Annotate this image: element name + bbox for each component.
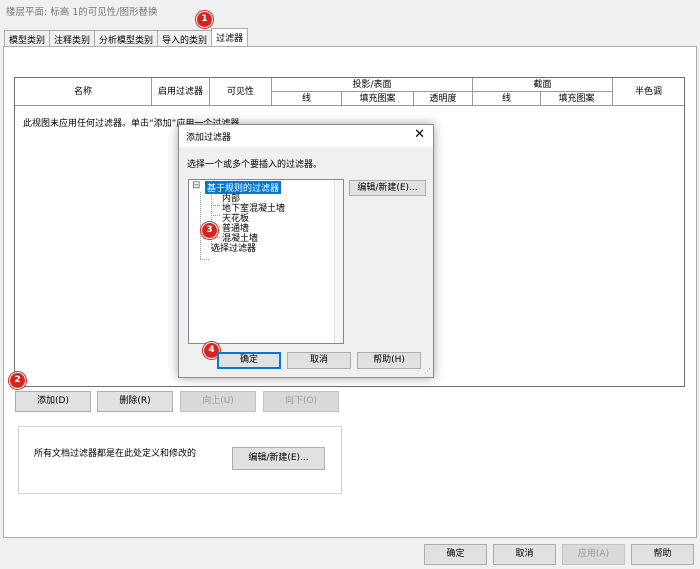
tree-node-selection-filters[interactable]: 选择过滤器: [211, 241, 256, 254]
dialog-ok-button[interactable]: 确定: [217, 352, 281, 369]
dialog-titlebar[interactable]: 添加过滤器 ✕: [179, 125, 433, 147]
tree-connector-vertical: [200, 192, 201, 259]
tab-filters[interactable]: 过滤器: [211, 28, 249, 46]
tree-connector-horizontal: [211, 205, 220, 206]
edit-new-filters-button[interactable]: 编辑/新建(E)...: [232, 447, 325, 470]
tab-model-categories[interactable]: 模型类别: [4, 30, 51, 46]
badge-step-1: 1: [196, 11, 213, 28]
col-header-projection-fill[interactable]: 填充图案: [342, 92, 414, 106]
col-header-projection-surface: 投影/表面: [272, 78, 473, 92]
tab-annotation-categories[interactable]: 注释类别: [49, 30, 96, 46]
resize-grip-icon[interactable]: ⋰: [424, 367, 431, 375]
tree-connector-vertical: [211, 192, 212, 248]
col-header-cut-line[interactable]: 线: [473, 92, 541, 106]
add-filters-dialog: 添加过滤器 ✕ 选择一个或多个要插入的过滤器。 ⊟ 基于规则的过滤器 内部 地下…: [178, 124, 434, 378]
cancel-button[interactable]: 取消: [493, 544, 556, 565]
window-title: 楼层平面: 标高 1的可见性/图形替换: [6, 7, 158, 18]
tree-connector-horizontal: [211, 215, 220, 216]
col-header-name[interactable]: 名称: [15, 78, 152, 106]
add-button[interactable]: 添加(D): [15, 391, 91, 412]
tab-analytical-model-categories[interactable]: 分析模型类别: [94, 30, 159, 46]
tree-node-rule-based-filters[interactable]: 基于规则的过滤器: [205, 181, 282, 194]
filter-definition-note: 所有文档过滤器都是在此处定义和修改的: [34, 449, 197, 459]
tab-bar: 模型类别 注释类别 分析模型类别 导入的类别 过滤器: [4, 28, 249, 46]
tree-connector-horizontal: [200, 259, 209, 260]
move-up-button[interactable]: 向上(U): [180, 391, 256, 412]
tree-scrollbar[interactable]: [334, 180, 343, 343]
dialog-help-button[interactable]: 帮助(H): [357, 352, 421, 369]
tab-imported-categories[interactable]: 导入的类别: [157, 30, 213, 46]
dialog-cancel-button[interactable]: 取消: [287, 352, 351, 369]
col-header-projection-line[interactable]: 线: [272, 92, 342, 106]
badge-step-2: 2: [9, 372, 26, 389]
col-header-cut-fill[interactable]: 填充图案: [541, 92, 613, 106]
col-header-cut: 截面: [473, 78, 613, 92]
filter-definition-group: 所有文档过滤器都是在此处定义和修改的 编辑/新建(E)...: [18, 426, 342, 494]
col-header-enable-filter[interactable]: 启用过滤器: [152, 78, 210, 106]
badge-step-3: 3: [201, 222, 218, 239]
dialog-edit-new-button[interactable]: 编辑/新建(E)...: [349, 180, 426, 196]
col-header-transparency[interactable]: 透明度: [414, 92, 473, 106]
dialog-title: 添加过滤器: [186, 133, 232, 143]
col-header-halftone[interactable]: 半色调: [613, 78, 684, 106]
help-button[interactable]: 帮助: [631, 544, 694, 565]
col-header-visibility[interactable]: 可见性: [210, 78, 272, 106]
dialog-prompt: 选择一个或多个要插入的过滤器。: [187, 160, 323, 170]
ok-button[interactable]: 确定: [424, 544, 487, 565]
move-down-button[interactable]: 向下(O): [263, 391, 339, 412]
close-icon[interactable]: ✕: [414, 127, 425, 142]
filter-tree[interactable]: ⊟ 基于规则的过滤器 内部 地下室混凝土墙 天花板 普通墙 混凝土墙 选择过滤器…: [188, 179, 344, 344]
delete-button[interactable]: 删除(R): [97, 391, 173, 412]
apply-button[interactable]: 应用(A): [562, 544, 625, 565]
collapse-icon[interactable]: ⊟: [192, 180, 200, 191]
